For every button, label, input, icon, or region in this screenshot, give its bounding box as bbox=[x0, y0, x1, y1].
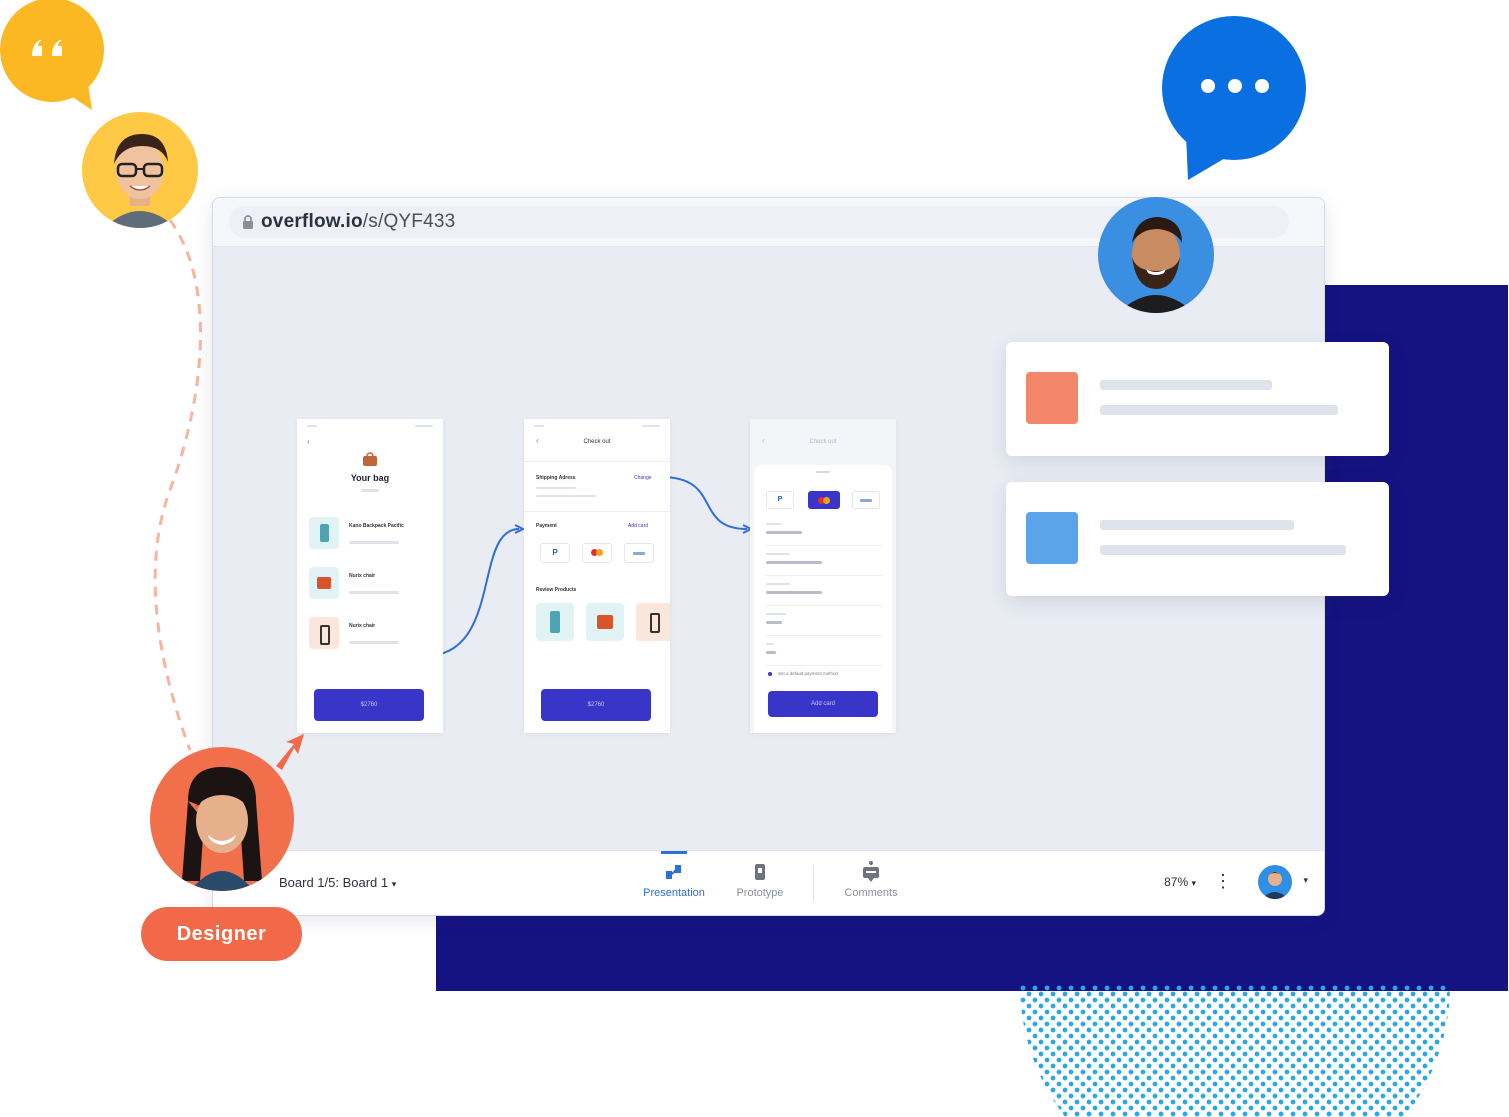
url-path: /s/QYF433 bbox=[362, 211, 456, 232]
placeholder-card-blue[interactable] bbox=[1006, 482, 1389, 596]
review-label: Review Products bbox=[536, 587, 577, 593]
product-thumbnail bbox=[309, 617, 339, 649]
tab-comments[interactable]: Comments bbox=[826, 861, 916, 899]
presentation-icon bbox=[629, 861, 719, 883]
active-tab-indicator bbox=[661, 851, 687, 854]
add-card-button[interactable]: Add card bbox=[768, 691, 878, 717]
mastercard-icon[interactable] bbox=[582, 543, 612, 563]
chat-bubble-icon bbox=[1162, 16, 1306, 180]
zoom-level: 87% bbox=[1164, 875, 1189, 889]
mastercard-selected-icon[interactable] bbox=[808, 491, 840, 509]
visa-icon[interactable] bbox=[624, 543, 654, 563]
collaborator-avatar bbox=[82, 112, 198, 228]
shipping-label: Shipping Adress bbox=[536, 475, 576, 481]
item-name: Nurix chair bbox=[349, 573, 376, 579]
tab-label: Prototype bbox=[736, 887, 784, 899]
default-payment-label: Set a default payment method bbox=[778, 671, 839, 676]
change-link[interactable]: Change bbox=[634, 475, 652, 481]
card-sheet: P Set a default payment method Add card bbox=[754, 465, 892, 733]
tab-prototype[interactable]: Prototype bbox=[715, 861, 805, 899]
card-color-swatch bbox=[1026, 512, 1078, 564]
pay-button[interactable]: $2760 bbox=[541, 689, 651, 721]
screen-card-entry[interactable]: ‹ Check out P Set a default payment meth… bbox=[750, 419, 896, 733]
checkout-button[interactable]: $2760 bbox=[314, 689, 424, 721]
chevron-down-icon: ▾ bbox=[1191, 878, 1196, 888]
default-checkbox[interactable] bbox=[768, 672, 772, 676]
comments-icon bbox=[826, 861, 916, 883]
designer-badge: Designer bbox=[141, 907, 302, 961]
item-name: Kano Backpack Pacific bbox=[349, 523, 404, 529]
bag-icon bbox=[363, 452, 377, 466]
bottom-toolbar: Board 1/5: Board 1 ▾ Presentation Protot… bbox=[213, 850, 1324, 915]
board-label: Board 1/5: Board 1 bbox=[279, 875, 389, 890]
screen-checkout[interactable]: ‹ Check out Shipping Adress Change Payme… bbox=[524, 419, 670, 733]
more-options-icon[interactable]: ⋮ bbox=[1214, 871, 1232, 892]
user-avatar[interactable] bbox=[1258, 865, 1292, 899]
add-card-link[interactable]: Add card bbox=[628, 523, 648, 529]
chevron-down-icon: ▾ bbox=[391, 879, 397, 889]
url-text: overflow.io/s/QYF433 bbox=[261, 211, 455, 233]
placeholder-card-orange[interactable] bbox=[1006, 342, 1389, 456]
divider bbox=[813, 865, 814, 901]
checkout-title: Check out bbox=[583, 439, 611, 445]
bag-title: Your bag bbox=[350, 473, 390, 483]
product-thumbnail bbox=[309, 567, 339, 599]
tab-presentation[interactable]: Presentation bbox=[629, 851, 719, 899]
product-thumbnail bbox=[309, 517, 339, 549]
paypal-icon[interactable]: P bbox=[540, 543, 570, 563]
zoom-selector[interactable]: 87% ▾ bbox=[1164, 875, 1196, 889]
tab-label: Presentation bbox=[643, 887, 705, 899]
card-color-swatch bbox=[1026, 372, 1078, 424]
prototype-icon bbox=[715, 861, 805, 883]
tab-label: Comments bbox=[844, 887, 898, 899]
card-entry-title: Check out bbox=[809, 439, 837, 445]
paypal-icon[interactable]: P bbox=[766, 491, 794, 509]
screen-your-bag[interactable]: ‹ Your bag Kano Backpack Pacific Nurix c… bbox=[297, 419, 443, 733]
url-domain: overflow.io bbox=[261, 211, 363, 232]
item-name: Nurix chair bbox=[349, 623, 376, 629]
board-selector[interactable]: Board 1/5: Board 1 ▾ bbox=[279, 875, 396, 890]
lock-icon bbox=[243, 215, 253, 229]
chevron-down-icon[interactable]: ▾ bbox=[1303, 875, 1308, 886]
product-thumbnail bbox=[636, 603, 670, 641]
dot-pattern bbox=[1020, 985, 1450, 1117]
product-thumbnail bbox=[586, 603, 624, 641]
cursor-arrow-icon bbox=[276, 734, 304, 770]
back-icon[interactable]: ‹ bbox=[307, 437, 310, 446]
collaborator-avatar bbox=[1098, 197, 1214, 313]
product-thumbnail bbox=[536, 603, 574, 641]
quote-bubble-icon bbox=[0, 0, 104, 110]
visa-icon[interactable] bbox=[852, 491, 880, 509]
connector-path bbox=[153, 219, 202, 751]
payment-label: Payment bbox=[536, 523, 557, 529]
